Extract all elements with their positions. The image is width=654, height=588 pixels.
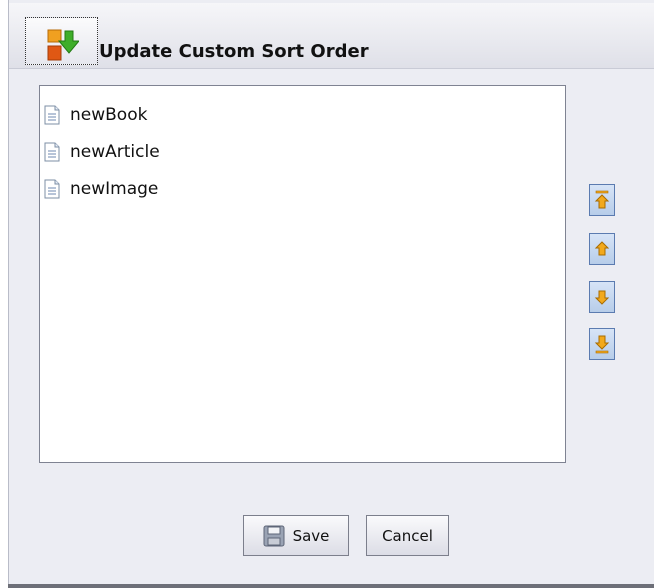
move-to-top-button[interactable]	[589, 184, 615, 216]
list-item[interactable]: newBook	[43, 102, 147, 128]
move-up-button[interactable]	[589, 233, 615, 265]
move-up-icon	[594, 241, 610, 256]
sort-order-button[interactable]	[25, 17, 98, 65]
save-icon	[263, 525, 285, 546]
list-item[interactable]: newArticle	[43, 139, 160, 165]
document-icon	[44, 142, 60, 162]
document-icon	[44, 105, 60, 125]
cancel-label: Cancel	[382, 526, 433, 545]
move-to-top-icon	[594, 190, 610, 209]
dialog-frame: Update Custom Sort Order newBook newArti…	[8, 0, 654, 588]
save-button[interactable]: Save	[243, 515, 349, 556]
window-bottom-edge	[8, 584, 654, 588]
move-to-bottom-icon	[594, 335, 610, 354]
sort-order-icon	[47, 29, 79, 61]
move-down-icon	[594, 290, 610, 305]
move-down-button[interactable]	[589, 281, 615, 313]
save-label: Save	[292, 526, 330, 545]
sort-list[interactable]: newBook newArticle newImage	[39, 85, 566, 463]
list-item-label: newBook	[70, 105, 148, 125]
dialog-header: Update Custom Sort Order	[9, 3, 654, 69]
list-item-label: newImage	[70, 179, 159, 199]
document-icon	[44, 179, 60, 199]
list-item-label: newArticle	[70, 142, 160, 162]
cancel-button[interactable]: Cancel	[366, 515, 449, 556]
page-title: Update Custom Sort Order	[99, 41, 369, 62]
list-item[interactable]: newImage	[43, 176, 158, 202]
move-to-bottom-button[interactable]	[589, 328, 615, 360]
